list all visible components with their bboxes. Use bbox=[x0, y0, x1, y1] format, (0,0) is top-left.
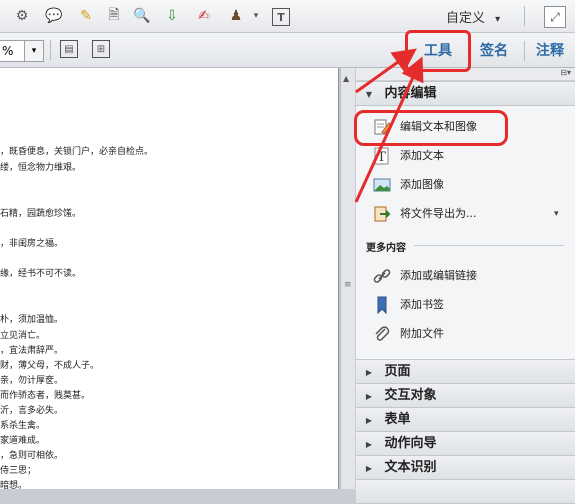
section-label: 表单 bbox=[384, 412, 411, 427]
text-cursor-icon: T bbox=[374, 147, 389, 165]
highlight-icon[interactable]: ✎ bbox=[76, 6, 96, 26]
section-content-editing[interactable]: ▼ 内容编辑 bbox=[356, 81, 575, 106]
divider bbox=[468, 41, 469, 61]
item-label: 编辑文本和图像 bbox=[400, 120, 477, 133]
doc-line: 缕，恒念物力维艰。 bbox=[0, 163, 82, 173]
add-image-item[interactable]: 添加图像 bbox=[356, 171, 575, 199]
item-label: 添加书签 bbox=[400, 298, 444, 311]
edit-text-image-item[interactable]: 编辑文本和图像 bbox=[356, 113, 575, 141]
customize-label: 自定义 bbox=[446, 11, 486, 26]
add-bookmark-item[interactable]: 添加书签 bbox=[356, 291, 575, 319]
doc-line: ，非闺房之福。 bbox=[0, 239, 64, 249]
doc-line: 家道难成。 bbox=[0, 436, 46, 446]
section-forms[interactable]: ▶ 表单 bbox=[356, 407, 575, 432]
doc-line: ，急则可相依。 bbox=[0, 451, 64, 461]
export-icon[interactable]: ⇩ bbox=[162, 6, 182, 26]
section-label: 交互对象 bbox=[384, 388, 437, 403]
item-label: 附加文件 bbox=[400, 327, 444, 340]
export-file-icon bbox=[374, 206, 391, 222]
gear-icon[interactable]: ⚙ bbox=[12, 6, 32, 26]
document-page: ，既昏便息，关锁门户，必亲自检点。 缕，恒念物力维艰。 石精，园蔬愈珍馐。 ，非… bbox=[0, 68, 339, 489]
comment-button[interactable]: 注释 bbox=[530, 39, 570, 63]
section-label: 内容编辑 bbox=[384, 86, 437, 101]
doc-line: 朴，须加温恤。 bbox=[0, 315, 64, 325]
doc-line: 石精，园蔬愈珍馐。 bbox=[0, 209, 82, 219]
scroll-grip-icon[interactable]: ≡ bbox=[344, 280, 352, 290]
export-file-item[interactable]: 将文件导出为... ▾ bbox=[356, 200, 575, 228]
scroll-up-icon[interactable]: ▲ bbox=[343, 74, 349, 83]
section-more[interactable] bbox=[356, 479, 575, 504]
svg-text:T: T bbox=[377, 150, 386, 165]
divider bbox=[524, 41, 525, 61]
triangle-right-icon: ▶ bbox=[365, 440, 373, 449]
add-edit-link-item[interactable]: 添加或编辑链接 bbox=[356, 262, 575, 290]
triangle-right-icon: ▶ bbox=[365, 416, 373, 425]
comment-icon[interactable]: 💬 bbox=[44, 6, 64, 26]
item-label: 将文件导出为... bbox=[400, 207, 477, 220]
doc-line: 财，薄父母，不成人子。 bbox=[0, 361, 100, 371]
doc-line: 亲，勿计厚奁。 bbox=[0, 376, 64, 386]
doc-line: 沂，言多必失。 bbox=[0, 406, 64, 416]
sign-button[interactable]: 签名 bbox=[474, 39, 514, 63]
item-label: 添加或编辑链接 bbox=[400, 269, 477, 282]
fit-page-icon[interactable]: ▤ bbox=[60, 40, 78, 58]
top-toolbar: ⚙ 💬 ✎ 🗎 🔍 ⇩ ✍ ♟ ▾ T 自定义 ▾ ⤢ bbox=[0, 0, 575, 33]
panel-options-bar: ⊟▾ bbox=[356, 68, 575, 81]
section-label: 页面 bbox=[384, 364, 411, 379]
triangle-right-icon: ▶ bbox=[365, 464, 373, 473]
vertical-scrollbar[interactable]: ▲ ≡ bbox=[340, 68, 355, 489]
item-label: 添加文本 bbox=[400, 149, 444, 162]
customize-menu[interactable]: 自定义 ▾ bbox=[446, 7, 500, 26]
section-text-recognition[interactable]: ▶ 文本识别 bbox=[356, 455, 575, 480]
zoom-input[interactable]: % bbox=[0, 40, 25, 62]
fit-width-icon[interactable]: ⊞ bbox=[92, 40, 110, 58]
zoom-dropdown-icon[interactable]: ▾ bbox=[24, 40, 44, 62]
stamp-dropdown-icon[interactable]: ▾ bbox=[246, 6, 266, 26]
doc-line: 系杀生禽。 bbox=[0, 421, 46, 431]
attach-file-item[interactable]: 附加文件 bbox=[356, 320, 575, 348]
doc-line: 暗想。 bbox=[0, 481, 28, 489]
section-label: 动作向导 bbox=[384, 436, 437, 451]
tools-panel: ⊟▾ ▼ 内容编辑 编辑文本和图像 T 添加文本 添加图像 将文件导出为... … bbox=[356, 68, 575, 504]
triangle-right-icon: ▶ bbox=[365, 392, 373, 401]
add-text-item[interactable]: T 添加文本 bbox=[356, 142, 575, 170]
chevron-down-icon: ▾ bbox=[495, 14, 501, 25]
section-action-wizard[interactable]: ▶ 动作向导 bbox=[356, 431, 575, 456]
doc-line: ，既昏便息，关锁门户，必亲自检点。 bbox=[0, 147, 154, 157]
chevron-down-icon[interactable]: ▾ bbox=[554, 200, 559, 228]
expand-icon[interactable]: ⤢ bbox=[544, 6, 566, 28]
link-icon bbox=[373, 269, 391, 283]
panel-menu-icon[interactable]: ⊟▾ bbox=[560, 68, 571, 77]
doc-line: 缘，经书不可不读。 bbox=[0, 269, 82, 279]
more-content-heading: 更多内容 bbox=[366, 243, 406, 254]
stamp-icon[interactable]: ♟ bbox=[226, 6, 246, 26]
triangle-right-icon: ▶ bbox=[365, 368, 373, 377]
doc-line: ，宜法肃辞严。 bbox=[0, 346, 64, 356]
divider bbox=[524, 6, 525, 26]
doc-line: 立见消亡。 bbox=[0, 331, 46, 341]
doc-line: 而作骄态者，贱莫甚。 bbox=[0, 391, 91, 401]
doc-line: 侍三思； bbox=[0, 466, 37, 476]
triangle-down-icon: ▼ bbox=[365, 90, 373, 99]
file-icon[interactable]: 🗎 bbox=[104, 6, 124, 26]
divider bbox=[414, 245, 564, 246]
divider bbox=[50, 40, 51, 60]
edit-document-icon bbox=[374, 119, 392, 135]
search-file-icon[interactable]: 🔍 bbox=[132, 6, 152, 26]
view-toolbar: % ▾ ▤ ⊞ 工具 签名 注释 bbox=[0, 33, 575, 68]
section-page[interactable]: ▶ 页面 bbox=[356, 359, 575, 384]
edit-doc-icon[interactable]: ✍ bbox=[194, 6, 214, 26]
bookmark-icon bbox=[377, 296, 387, 314]
paperclip-icon bbox=[375, 326, 390, 341]
image-icon bbox=[373, 178, 391, 192]
text-field-icon[interactable]: T bbox=[272, 8, 290, 26]
item-label: 添加图像 bbox=[400, 178, 444, 191]
section-interactive-objects[interactable]: ▶ 交互对象 bbox=[356, 383, 575, 408]
tools-button[interactable]: 工具 bbox=[418, 39, 458, 63]
section-label: 文本识别 bbox=[384, 460, 437, 475]
